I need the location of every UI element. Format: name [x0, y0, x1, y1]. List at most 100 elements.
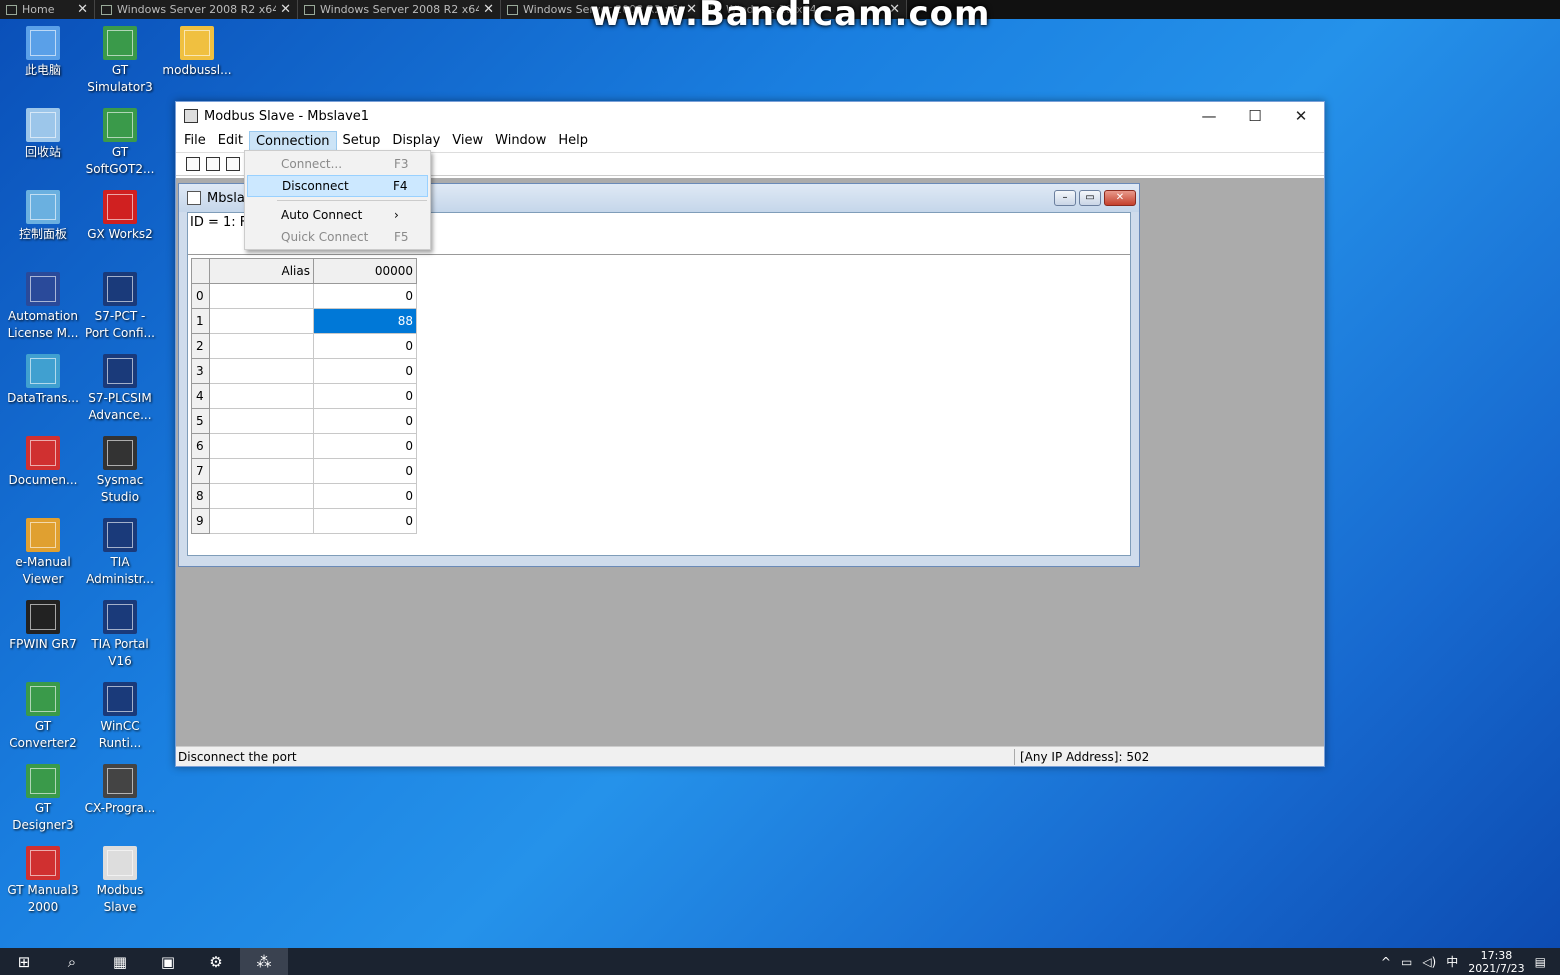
desktop-icon-label: GT Designer3 [12, 801, 74, 832]
table-row[interactable]: 20 [191, 333, 417, 359]
desktop-icon-license[interactable]: Automation License M... [4, 272, 82, 342]
window-titlebar[interactable]: Modbus Slave - Mbslave1 — ☐ ✕ [176, 102, 1324, 130]
child-minimize-button[interactable]: – [1054, 190, 1076, 206]
modbus-slave-taskbar-icon[interactable]: ⁂ [240, 948, 288, 975]
register-value-cell[interactable]: 0 [313, 508, 417, 534]
tab-close-icon[interactable]: ✕ [483, 2, 494, 17]
menu-setup[interactable]: Setup [337, 131, 387, 151]
table-row[interactable]: 00 [191, 283, 417, 309]
alias-cell[interactable] [209, 283, 314, 309]
open-folder-icon[interactable] [206, 157, 220, 171]
table-row[interactable]: 80 [191, 483, 417, 509]
alias-cell[interactable] [209, 508, 314, 534]
volume-icon[interactable]: ◁) [1422, 955, 1436, 969]
child-close-button[interactable]: ✕ [1104, 190, 1136, 206]
menu-item-auto-connect[interactable]: Auto Connect › [247, 204, 428, 226]
desktop-icon-label: Documen... [8, 473, 78, 487]
table-row[interactable]: 60 [191, 433, 417, 459]
row-number: 0 [191, 283, 210, 309]
register-value-cell[interactable]: 0 [313, 333, 417, 359]
alias-header[interactable]: Alias [209, 258, 314, 284]
minimize-button[interactable]: — [1186, 107, 1232, 125]
tab-close-icon[interactable]: ✕ [280, 2, 291, 17]
menu-display[interactable]: Display [386, 131, 446, 151]
clock[interactable]: 17:38 2021/7/23 [1468, 949, 1524, 975]
alias-cell[interactable] [209, 383, 314, 409]
register-grid: Alias 00000 0 0 1 88 2 0 3 0 4 0 5 0 6 0 7 0 8 0 9 0 [191, 258, 417, 534]
close-button[interactable]: ✕ [1278, 107, 1324, 125]
table-row[interactable]: 1 88 [191, 308, 417, 334]
child-restore-button[interactable]: ▭ [1079, 190, 1101, 206]
ime-indicator[interactable]: 中 [1446, 953, 1458, 970]
tab-close-icon[interactable]: ✕ [77, 2, 88, 17]
desktop-icon-softgot[interactable]: GT SoftGOT2... [81, 108, 159, 178]
vm-tab-1[interactable]: Windows Server 2008 R2 x64 ✕ [95, 0, 298, 19]
alias-cell[interactable] [209, 308, 314, 334]
menu-item-disconnect[interactable]: Disconnect F4 [247, 175, 428, 197]
register-value-cell[interactable]: 0 [313, 283, 417, 309]
desktop-icon-computer[interactable]: 此电脑 [4, 26, 82, 79]
desktop-icon-folder[interactable]: modbussl... [158, 26, 236, 79]
register-value-cell[interactable]: 88 [313, 308, 417, 334]
register-value-cell[interactable]: 0 [313, 358, 417, 384]
register-value-cell[interactable]: 0 [313, 483, 417, 509]
desktop-icon-fpwin[interactable]: FPWIN GR7 [4, 600, 82, 653]
desktop-icon-document[interactable]: Documen... [4, 436, 82, 489]
notification-icon[interactable]: ▤ [1535, 955, 1546, 969]
desktop-icon-recycle-bin[interactable]: 回收站 [4, 108, 82, 161]
table-row[interactable]: 70 [191, 458, 417, 484]
vm-tab-0[interactable]: Home ✕ [0, 0, 95, 19]
network-icon[interactable]: ▭ [1401, 955, 1412, 969]
table-row[interactable]: 50 [191, 408, 417, 434]
taskbar: ⊞ ⌕ ▦ ▣ ⚙ ⁂ ^ ▭ ◁) 中 17:38 2021/7/23 ▤ [0, 948, 1560, 975]
desktop-icon-s7-pct[interactable]: S7-PCT - Port Confi... [81, 272, 159, 342]
alias-cell[interactable] [209, 408, 314, 434]
start-button[interactable]: ⊞ [0, 948, 48, 975]
table-row[interactable]: 30 [191, 358, 417, 384]
desktop-icon-gx-works[interactable]: GX Works2 [81, 190, 159, 243]
register-value-cell[interactable]: 0 [313, 408, 417, 434]
desktop-icon-gt-simulator[interactable]: GT Simulator3 [81, 26, 159, 96]
register-value-cell[interactable]: 0 [313, 433, 417, 459]
menu-edit[interactable]: Edit [212, 131, 249, 151]
desktop-icon-cx-programmer[interactable]: CX-Progra... [81, 764, 159, 817]
menu-item-shortcut: › [394, 208, 399, 222]
desktop-icon-datatrans[interactable]: DataTrans... [4, 354, 82, 407]
menu-window[interactable]: Window [489, 131, 552, 151]
save-icon[interactable] [226, 157, 240, 171]
table-row[interactable]: 90 [191, 508, 417, 534]
desktop-icon-tia-portal[interactable]: TIA Portal V16 [81, 600, 159, 670]
desktop-icon-gt-manual[interactable]: GT Manual3 2000 [4, 846, 82, 916]
vm-tab-2[interactable]: Windows Server 2008 R2 x64 ✕ [298, 0, 501, 19]
desktop-icon-sysmac[interactable]: Sysmac Studio [81, 436, 159, 506]
tray-chevron-up-icon[interactable]: ^ [1381, 955, 1391, 969]
alias-cell[interactable] [209, 333, 314, 359]
terminal-icon[interactable]: ▣ [144, 948, 192, 975]
desktop-icon-plcsim[interactable]: S7-PLCSIM Advance... [81, 354, 159, 424]
alias-cell[interactable] [209, 433, 314, 459]
file-explorer-icon[interactable]: ▦ [96, 948, 144, 975]
desktop-icon-tia-admin[interactable]: TIA Administr... [81, 518, 159, 588]
menu-connection[interactable]: Connection [248, 131, 337, 151]
menu-help[interactable]: Help [552, 131, 594, 151]
search-icon[interactable]: ⌕ [48, 948, 96, 975]
menu-file[interactable]: File [178, 131, 212, 151]
register-value-cell[interactable]: 0 [313, 458, 417, 484]
settings-gear-icon[interactable]: ⚙ [192, 948, 240, 975]
menu-view[interactable]: View [446, 131, 489, 151]
desktop-icon-wincc[interactable]: WinCC Runti... [81, 682, 159, 752]
desktop-icon-emanual[interactable]: e-Manual Viewer [4, 518, 82, 588]
alias-cell[interactable] [209, 458, 314, 484]
maximize-button[interactable]: ☐ [1232, 107, 1278, 125]
desktop-icon-gt-designer[interactable]: GT Designer3 [4, 764, 82, 834]
desktop-icon-control-panel[interactable]: 控制面板 [4, 190, 82, 243]
table-row[interactable]: 40 [191, 383, 417, 409]
desktop-icon-gt-converter[interactable]: GT Converter2 [4, 682, 82, 752]
gt-simulator-icon [103, 26, 137, 60]
alias-cell[interactable] [209, 358, 314, 384]
new-file-icon[interactable] [186, 157, 200, 171]
register-value-cell[interactable]: 0 [313, 383, 417, 409]
address-header[interactable]: 00000 [313, 258, 417, 284]
alias-cell[interactable] [209, 483, 314, 509]
desktop-icon-modbus-slave[interactable]: Modbus Slave [81, 846, 159, 916]
